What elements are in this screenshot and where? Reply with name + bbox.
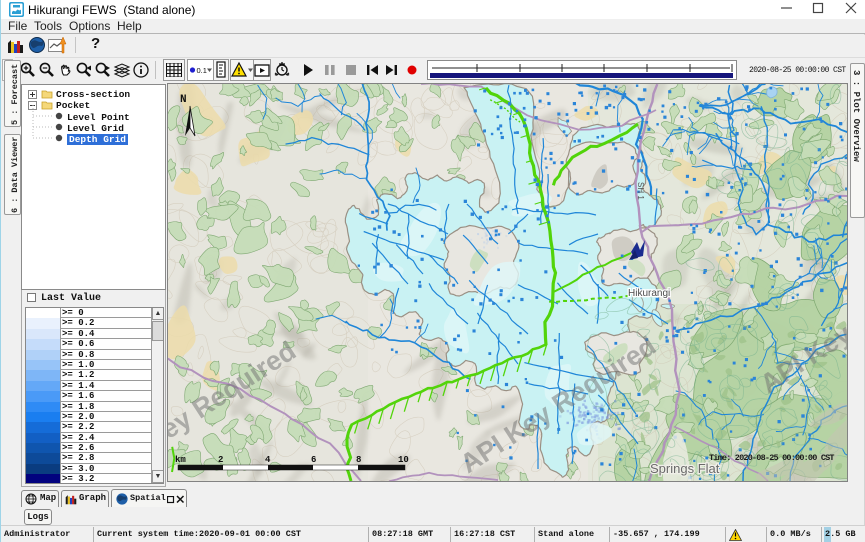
svg-text:8: 8 [356, 455, 361, 465]
svg-text:5 : Forecast: 5 : Forecast [10, 64, 20, 125]
svg-text:Springs Flat: Springs Flat [650, 461, 720, 476]
svg-text:0.1: 0.1 [197, 66, 207, 75]
svg-text:6: 6 [311, 455, 316, 465]
svg-text:SH 1: SH 1 [636, 182, 645, 200]
svg-text:4: 4 [265, 455, 271, 465]
svg-text:km: km [175, 455, 186, 465]
svg-text:Hikurangi: Hikurangi [628, 288, 670, 299]
svg-text:10: 10 [398, 455, 409, 465]
svg-text:Time: 2020-08-25 00:00:00 CST: Time: 2020-08-25 00:00:00 CST [709, 453, 834, 463]
svg-text:3 : Plot Overview: 3 : Plot Overview [851, 70, 861, 162]
svg-text:6 : Data Viewer: 6 : Data Viewer [10, 136, 20, 213]
svg-text:2: 2 [218, 455, 223, 465]
svg-text:N: N [180, 94, 187, 106]
